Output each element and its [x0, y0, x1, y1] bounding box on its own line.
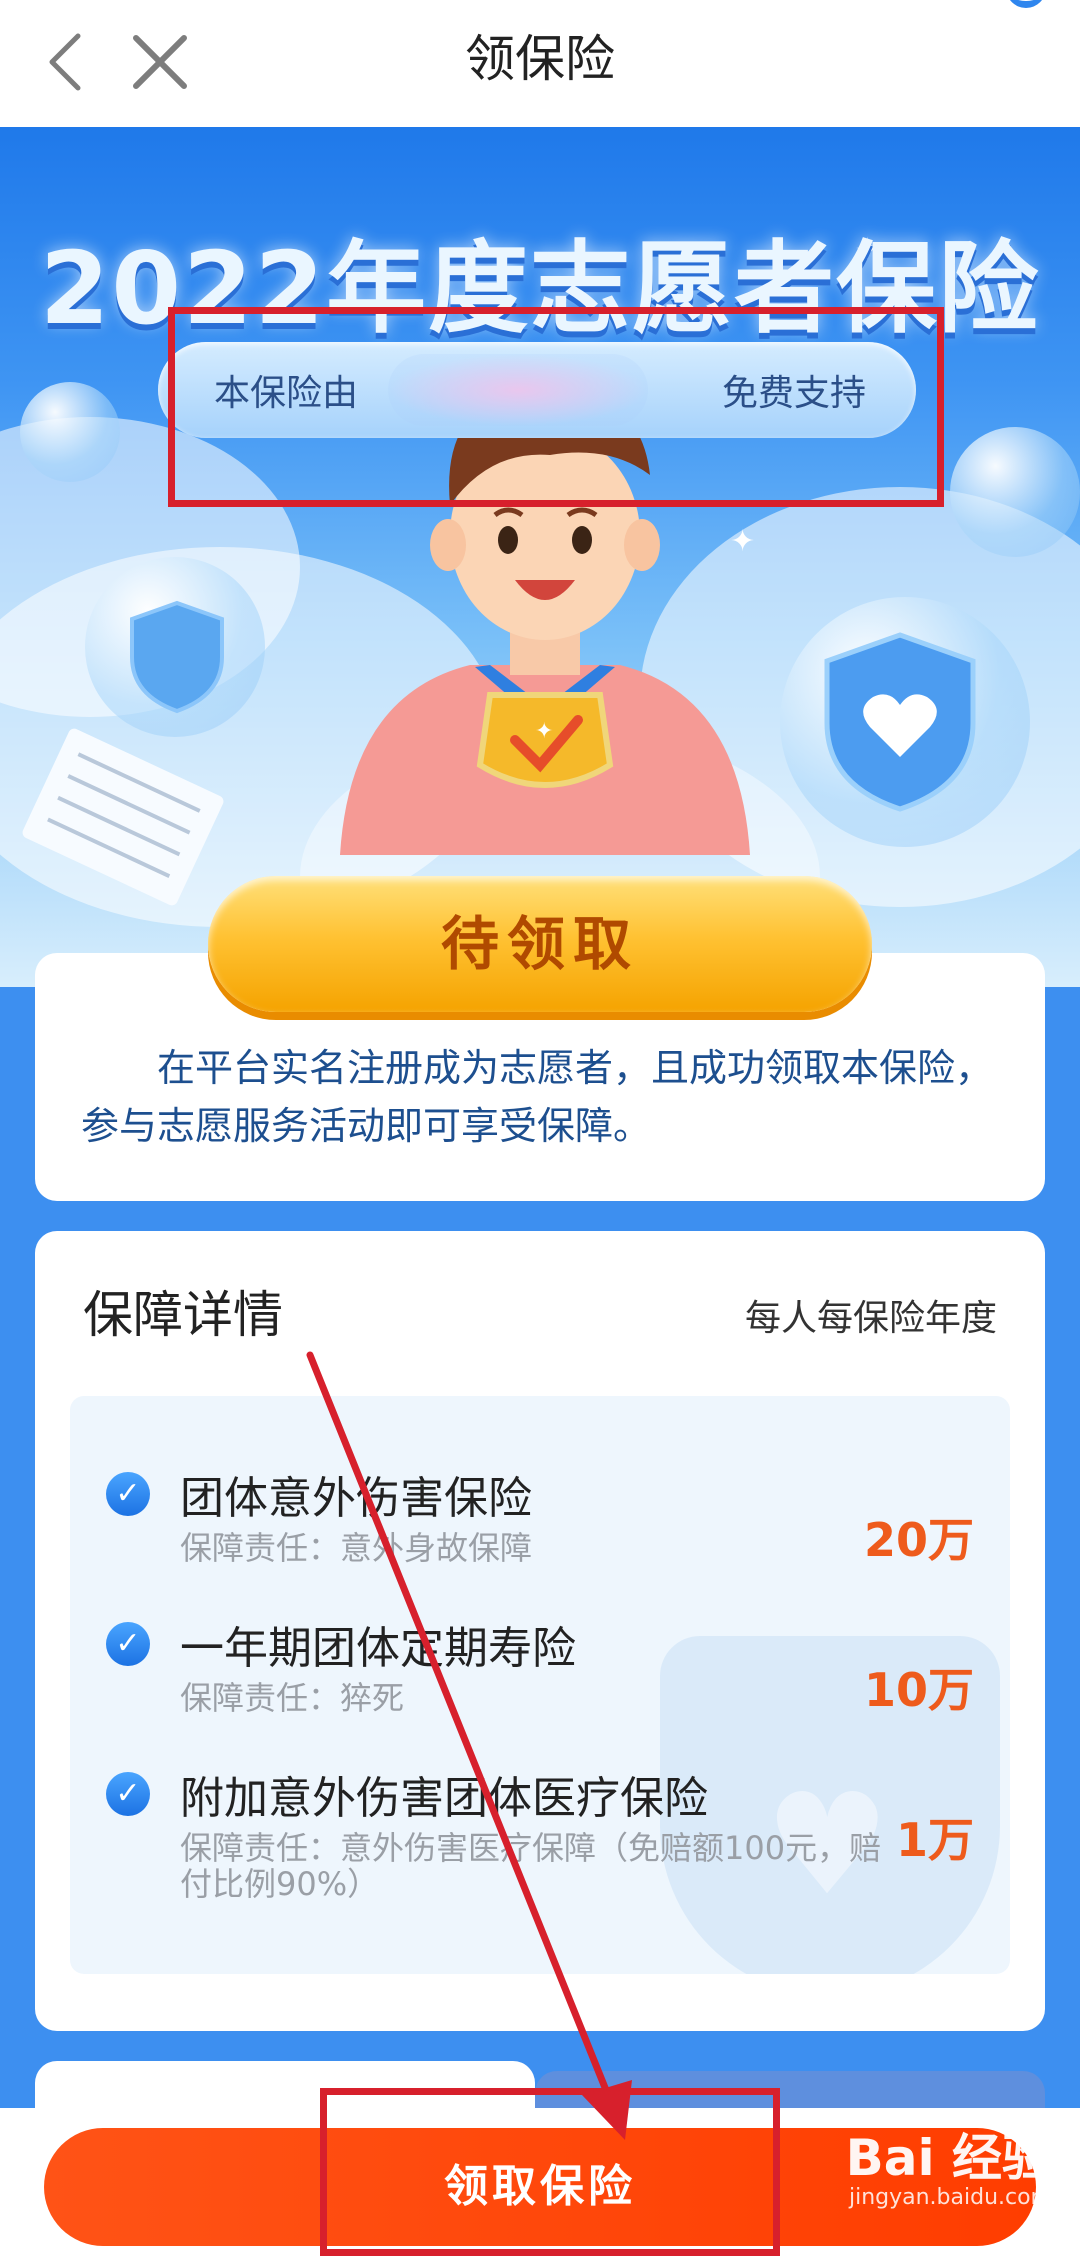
watermark: Bai 经验 jingyan.baidu.com: [846, 2130, 1052, 2210]
sparkle-icon: ✦: [535, 719, 554, 744]
watermark-url: jingyan.baidu.com: [848, 2185, 1052, 2210]
check-icon: ✓: [106, 1472, 150, 1516]
bubble-decoration: [20, 382, 120, 482]
details-title: 保障详情: [83, 1286, 283, 1344]
coverage-desc: 保障责任：猝死: [180, 1679, 405, 1717]
coverage-desc: 保障责任：意外伤害医疗保障（免赔额100元，赔付比例90%）: [180, 1829, 882, 1903]
page-title: 领保险: [465, 30, 615, 88]
pending-claim-button[interactable]: 待领取: [208, 876, 872, 1012]
sparkle-icon: ✦: [730, 524, 756, 559]
annotation-highlight-box: [320, 2088, 780, 2256]
check-icon: ✓: [106, 1622, 150, 1666]
loading-indicator-icon: [1006, 0, 1046, 8]
coverage-name: 团体意外伤害保险: [180, 1473, 532, 1524]
pending-claim-label: 待领取: [440, 910, 639, 978]
coverage-amount: 10万: [863, 1663, 974, 1717]
heart-shield-icon: [824, 632, 976, 812]
coverage-desc: 保障责任：意外身故保障: [180, 1529, 533, 1567]
coverage-name: 附加意外伤害团体医疗保险: [180, 1773, 708, 1824]
annotation-highlight-box: [168, 307, 944, 507]
hero-banner: ✦ ✦ ✦ ✦ 2022年度志愿者保险 本保险由 免费支持: [0, 127, 1080, 987]
coverage-amount: 1万: [895, 1813, 974, 1867]
coverage-details-card: 保障详情 每人每保险年度 ♥ ✓ 团体意外伤害保险 保障责任：意外身故保障 20…: [35, 1231, 1045, 2031]
coverage-list: ♥ ✓ 团体意外伤害保险 保障责任：意外身故保障 20万 ✓ 一年期团体定期寿险…: [70, 1396, 1010, 1974]
intro-text: 在平台实名注册成为志愿者，且成功领取本保险，参与志愿服务活动即可享受保障。: [81, 1046, 994, 1148]
details-subtitle: 每人每保险年度: [744, 1298, 997, 1339]
nav-bar: 领保险: [0, 0, 1080, 127]
bubble-decoration: [950, 427, 1080, 557]
coverage-name: 一年期团体定期寿险: [180, 1623, 576, 1674]
coverage-amount: 20万: [863, 1513, 974, 1567]
check-icon: ✓: [106, 1772, 150, 1816]
watermark-logo: Bai 经验: [845, 2129, 1052, 2187]
shield-icon: [130, 600, 224, 714]
